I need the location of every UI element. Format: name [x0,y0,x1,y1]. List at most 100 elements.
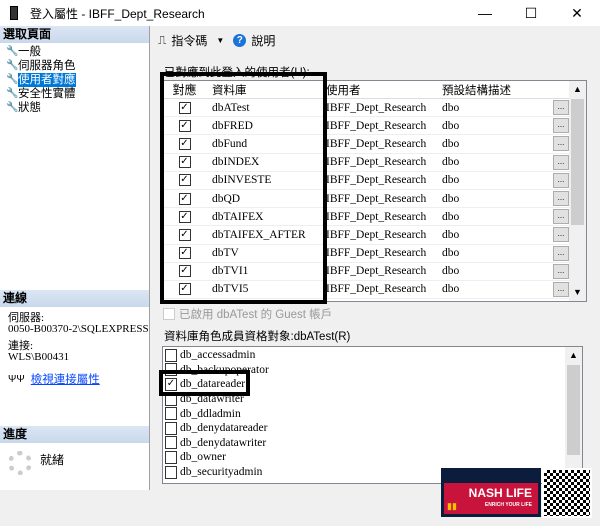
browse-schema-button[interactable]: ... [553,209,569,225]
browse-schema-button[interactable]: ... [553,118,569,134]
role-checkbox[interactable] [165,348,177,362]
user-cell[interactable]: IBFF_Dept_Research [326,156,438,168]
schema-cell[interactable]: dbo [438,265,553,277]
role-checkbox[interactable] [165,436,177,450]
page-item[interactable]: 🔧 狀態 [0,101,149,115]
wrench-icon: 🔧 [6,60,19,71]
user-cell[interactable]: IBFF_Dept_Research [326,211,438,223]
wrench-icon: 🔧 [6,102,19,113]
user-cell[interactable]: IBFF_Dept_Research [326,138,438,150]
server-value: 0050-B00370-2\SQLEXPRESS [8,323,149,335]
user-cell[interactable]: IBFF_Dept_Research [326,174,438,186]
scroll-up-icon[interactable]: ▲ [565,347,582,364]
scroll-down-icon[interactable]: ▼ [569,284,586,301]
schema-cell[interactable]: dbo [438,120,553,132]
page-item-label: 安全性實體 [18,88,76,100]
col-user[interactable]: 使用者 [326,82,438,98]
help-icon: ? [233,34,247,47]
schema-cell[interactable]: dbo [438,156,553,168]
role-checkbox[interactable] [165,465,177,479]
browse-schema-button[interactable]: ... [553,191,569,207]
user-cell[interactable]: IBFF_Dept_Research [326,120,438,132]
schema-cell[interactable]: dbo [438,102,553,114]
scroll-thumb[interactable] [571,99,584,225]
page-item-label: 狀態 [18,102,41,114]
browse-schema-button[interactable]: ... [553,100,569,116]
connection-properties-icon: ΨΨ [8,373,25,385]
script-dropdown-icon[interactable]: ▼ [216,36,224,45]
qr-code [542,468,592,518]
browse-schema-button[interactable]: ... [553,227,569,243]
schema-cell[interactable]: dbo [438,247,553,259]
schema-cell[interactable]: dbo [438,229,553,241]
title-bar: 登入屬性 - IBFF_Dept_Research — ☐ ✕ [0,0,600,26]
user-cell[interactable]: IBFF_Dept_Research [326,283,438,295]
select-page-header: 選取頁面 [0,26,149,43]
window-title: 登入屬性 - IBFF_Dept_Research [30,6,205,21]
page-item[interactable]: 🔧 安全性實體 [0,87,149,101]
browse-schema-button[interactable]: ... [553,263,569,279]
schema-cell[interactable]: dbo [438,283,553,295]
script-icon: ⎍ [158,33,167,47]
role-checkbox[interactable] [165,450,177,464]
role-checkbox[interactable] [165,407,177,421]
toolbar: ⎍ 指令碼 ▼ ? 說明 [158,32,275,49]
role-item[interactable]: db_owner [163,450,582,465]
wrench-icon: 🔧 [6,46,19,57]
bar-chart-icon: ▮▮ [447,501,457,511]
minimize-button[interactable]: — [462,0,508,26]
browse-schema-button[interactable]: ... [553,154,569,170]
browse-schema-button[interactable]: ... [553,172,569,188]
page-item-label: 使用者對應 [18,73,76,87]
page-item-label: 一般 [18,46,41,58]
guest-checkbox[interactable] [163,308,175,320]
maximize-button[interactable]: ☐ [508,0,554,26]
roles-list: db_accessadmin db_backupoperator ✓ db_datar… [162,346,583,484]
role-item[interactable]: db_denydatawriter [163,436,582,451]
browse-schema-button[interactable]: ... [553,281,569,297]
close-button[interactable]: ✕ [554,0,600,26]
page-item[interactable]: 🔧 一般 [0,45,149,59]
scroll-thumb[interactable] [567,365,580,455]
wrench-icon: 🔧 [6,74,19,85]
role-item[interactable]: db_accessadmin [163,348,582,363]
page-item-label: 伺服器角色 [18,60,76,72]
user-cell[interactable]: IBFF_Dept_Research [326,247,438,259]
watermark-subtitle: ENRICH YOUR LIFE [484,502,532,508]
left-panel: 選取頁面 🔧 一般 🔧 伺服器角色 🔧 使用者對應 🔧 安全性實體 🔧 狀態 連線 伺服器: 00… [0,26,150,490]
roles-scrollbar[interactable]: ▲ [565,347,582,483]
watermark-logo: NASH LIFE ENRICH YOUR LIFE ▮▮ [441,468,541,517]
watermark-title: NASH LIFE [468,486,532,500]
role-name: db_ddladmin [180,407,241,420]
page-item[interactable]: 🔧 使用者對應 [0,73,149,87]
user-cell[interactable]: IBFF_Dept_Research [326,193,438,205]
help-button[interactable]: 說明 [251,32,275,49]
role-item[interactable]: db_ddladmin [163,406,582,421]
grid-scrollbar[interactable]: ▲ ▼ [569,81,586,301]
user-cell[interactable]: IBFF_Dept_Research [326,229,438,241]
col-default-schema[interactable]: 預設結構描述 [438,82,553,98]
script-button[interactable]: 指令碼 [171,32,207,49]
role-name: db_accessadmin [180,349,256,362]
browse-schema-button[interactable]: ... [553,136,569,152]
roles-label: 資料庫角色成員資格對象:dbATest(R) [164,331,351,343]
page-item[interactable]: 🔧 伺服器角色 [0,59,149,73]
guest-label: 已啟用 dbATest 的 Guest 帳戶 [179,309,333,321]
schema-cell[interactable]: dbo [438,138,553,150]
view-connection-properties-link[interactable]: 檢視連接屬性 [31,371,100,387]
role-name: db_denydatareader [180,422,268,435]
schema-cell[interactable]: dbo [438,211,553,223]
browse-schema-button[interactable]: ... [553,245,569,261]
role-item[interactable]: db_denydatareader [163,421,582,436]
schema-cell[interactable]: dbo [438,193,553,205]
progress-header: 進度 [0,426,149,443]
role-name: db_denydatawriter [180,436,267,449]
scroll-up-icon[interactable]: ▲ [569,81,586,98]
user-cell[interactable]: IBFF_Dept_Research [326,265,438,277]
connection-header: 連線 [0,290,149,307]
user-cell[interactable]: IBFF_Dept_Research [326,102,438,114]
progress-status: 就緒 [40,453,65,467]
role-checkbox[interactable] [165,421,177,435]
role-name: db_owner [180,451,226,464]
schema-cell[interactable]: dbo [438,174,553,186]
